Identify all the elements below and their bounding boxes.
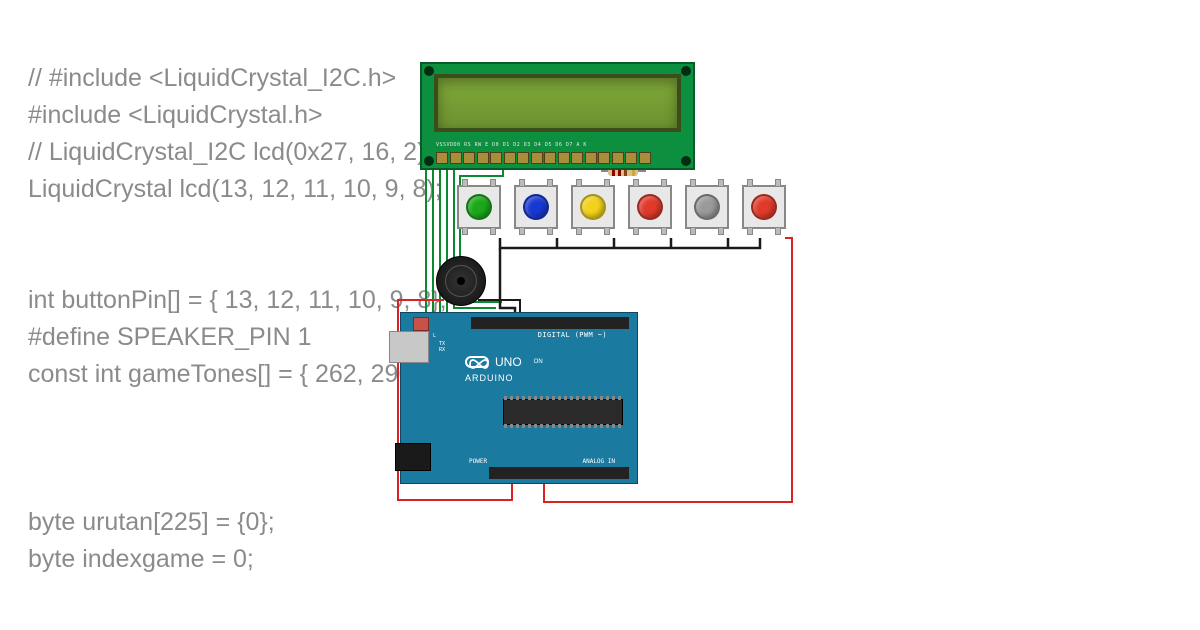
lcd-screen bbox=[434, 74, 681, 132]
power-analog-header bbox=[489, 467, 629, 479]
reset-button[interactable] bbox=[413, 317, 429, 331]
lcd-pin-labels: VSSVDD0 RS RW E D0 D1 D2 D3 D4 D5 D6 D7 … bbox=[436, 142, 587, 148]
button-blue[interactable] bbox=[514, 185, 558, 229]
digital-label: DIGITAL (PWM ~) bbox=[538, 331, 607, 339]
piezo-buzzer bbox=[436, 256, 486, 306]
arduino-model: ARDUINO bbox=[465, 373, 514, 383]
button-red-2[interactable] bbox=[742, 185, 786, 229]
usb-port bbox=[389, 331, 429, 363]
infinity-icon bbox=[465, 356, 489, 368]
button-row bbox=[457, 185, 786, 229]
button-gray[interactable] bbox=[685, 185, 729, 229]
button-red[interactable] bbox=[628, 185, 672, 229]
power-label: POWER bbox=[469, 458, 487, 465]
arduino-brand: UNO ON bbox=[465, 355, 543, 369]
button-green[interactable] bbox=[457, 185, 501, 229]
digital-header bbox=[471, 317, 629, 329]
l-label: L bbox=[433, 333, 436, 339]
atmega-chip bbox=[503, 399, 623, 425]
button-yellow[interactable] bbox=[571, 185, 615, 229]
arduino-uno: DIGITAL (PWM ~) POWER ANALOG IN UNO ON A… bbox=[400, 312, 638, 484]
txrx-labels: TX RX bbox=[439, 341, 445, 353]
analog-label: ANALOG IN bbox=[582, 458, 615, 465]
power-jack bbox=[395, 443, 431, 471]
lcd-pin-row bbox=[436, 152, 679, 166]
lcd-16x2: VSSVDD0 RS RW E D0 D1 D2 D3 D4 D5 D6 D7 … bbox=[420, 62, 695, 170]
